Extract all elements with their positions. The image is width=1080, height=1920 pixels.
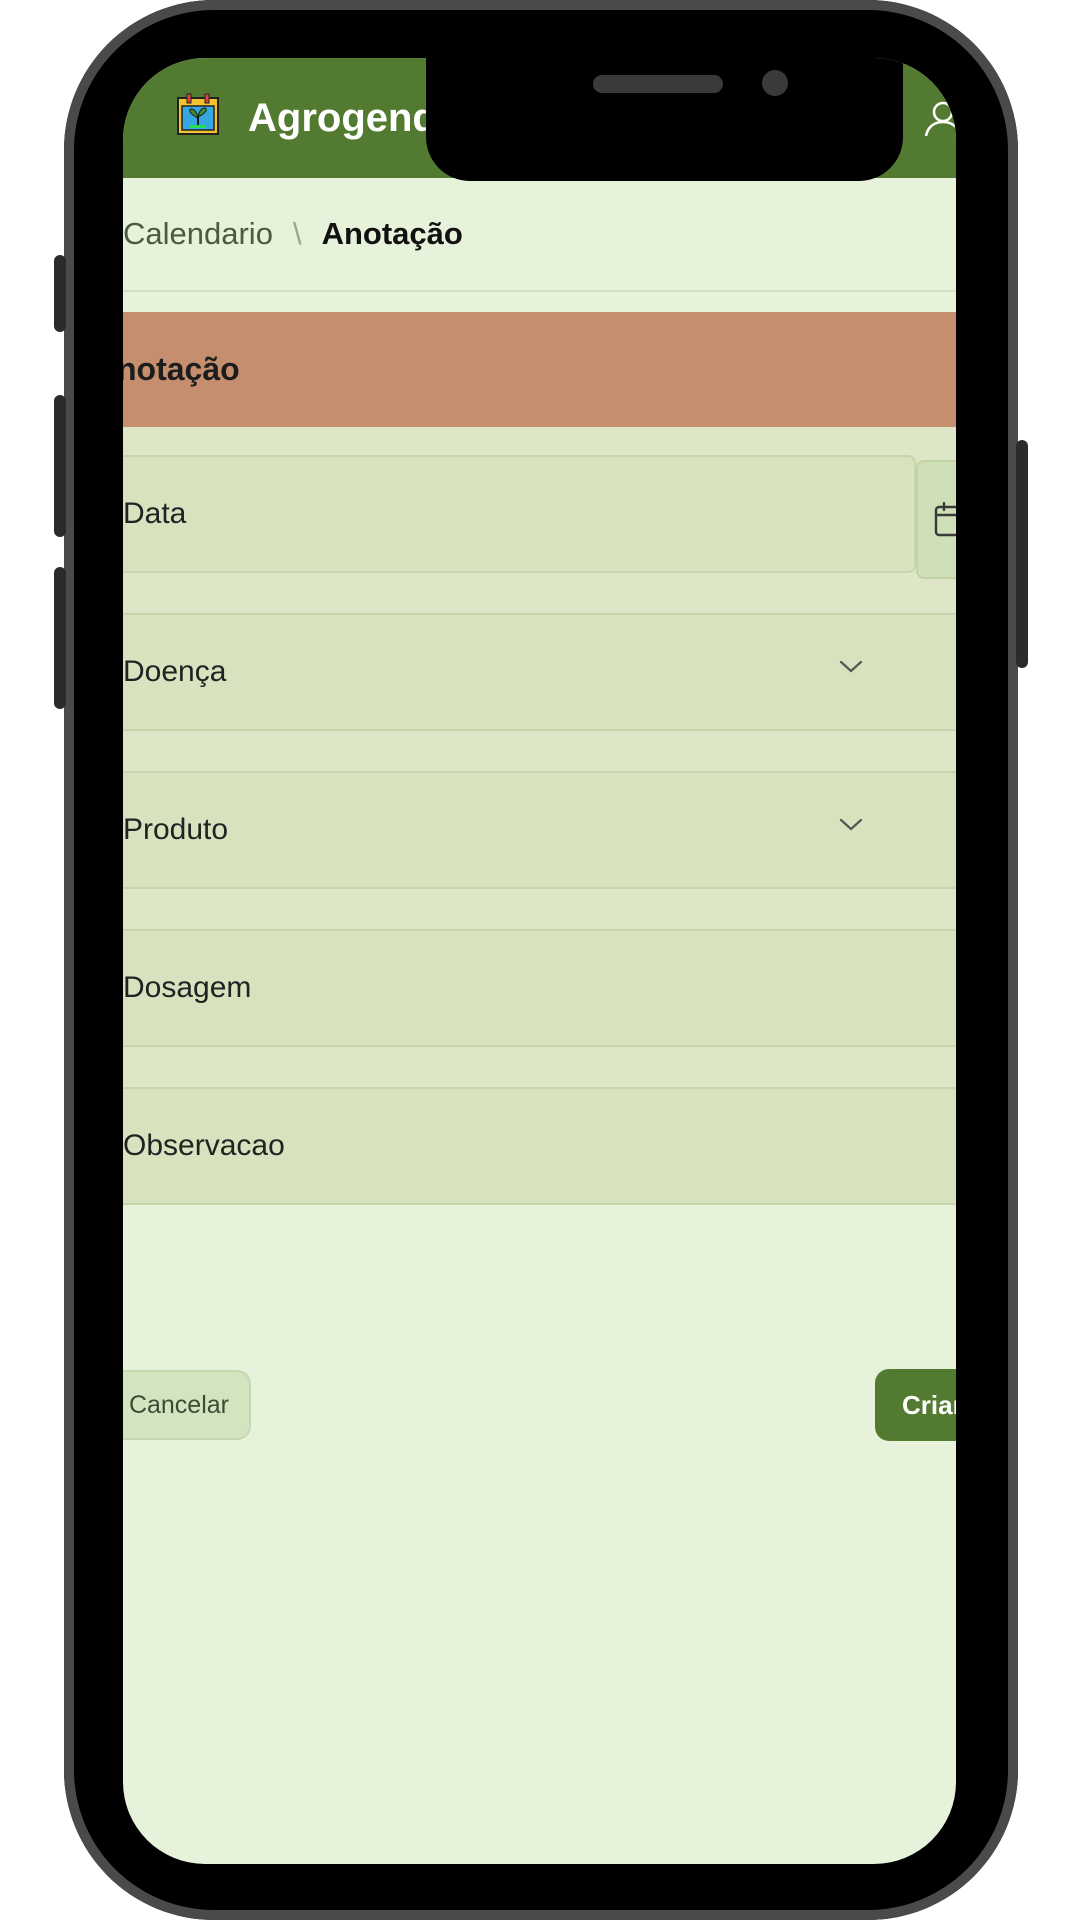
form-card-body: Data Doença Produto Dosagem Observacao bbox=[123, 427, 956, 1205]
form-card-header: notação bbox=[123, 312, 956, 427]
date-picker-button[interactable] bbox=[916, 460, 956, 579]
calendar-icon bbox=[934, 502, 956, 537]
breadcrumb-current: Anotação bbox=[321, 216, 463, 251]
produto-select[interactable]: Produto bbox=[123, 771, 956, 889]
breadcrumb: Calendario \ Anotação bbox=[123, 178, 956, 292]
chevron-down-icon bbox=[839, 818, 863, 831]
breadcrumb-link-calendario[interactable]: Calendario bbox=[123, 216, 273, 252]
dosagem-field-label: Dosagem bbox=[123, 971, 252, 1004]
phone-screen: Agrogenda Calendario \ Anotação notação … bbox=[123, 58, 956, 1864]
form-title: notação bbox=[123, 351, 240, 387]
mute-switch bbox=[54, 255, 66, 332]
dosagem-field[interactable]: Dosagem bbox=[123, 929, 956, 1047]
create-button[interactable]: Criar bbox=[875, 1369, 956, 1441]
doenca-select-label: Doença bbox=[123, 655, 227, 688]
volume-up-button bbox=[54, 395, 66, 537]
notch bbox=[426, 58, 903, 181]
calendar-plant-logo-icon[interactable] bbox=[176, 92, 220, 136]
front-camera bbox=[762, 70, 788, 96]
date-field[interactable]: Data bbox=[123, 455, 916, 573]
cancel-button[interactable]: Cancelar bbox=[123, 1370, 251, 1440]
breadcrumb-separator: \ bbox=[292, 216, 302, 251]
produto-select-label: Produto bbox=[123, 813, 229, 846]
doenca-select[interactable]: Doença bbox=[123, 613, 956, 731]
speaker bbox=[593, 75, 723, 93]
date-field-label: Data bbox=[123, 497, 187, 530]
observacao-field[interactable]: Observacao bbox=[123, 1087, 956, 1205]
user-icon[interactable] bbox=[923, 98, 956, 140]
observacao-field-label: Observacao bbox=[123, 1129, 285, 1162]
chevron-down-icon bbox=[839, 660, 863, 673]
power-button bbox=[1016, 440, 1028, 668]
volume-down-button bbox=[54, 567, 66, 709]
